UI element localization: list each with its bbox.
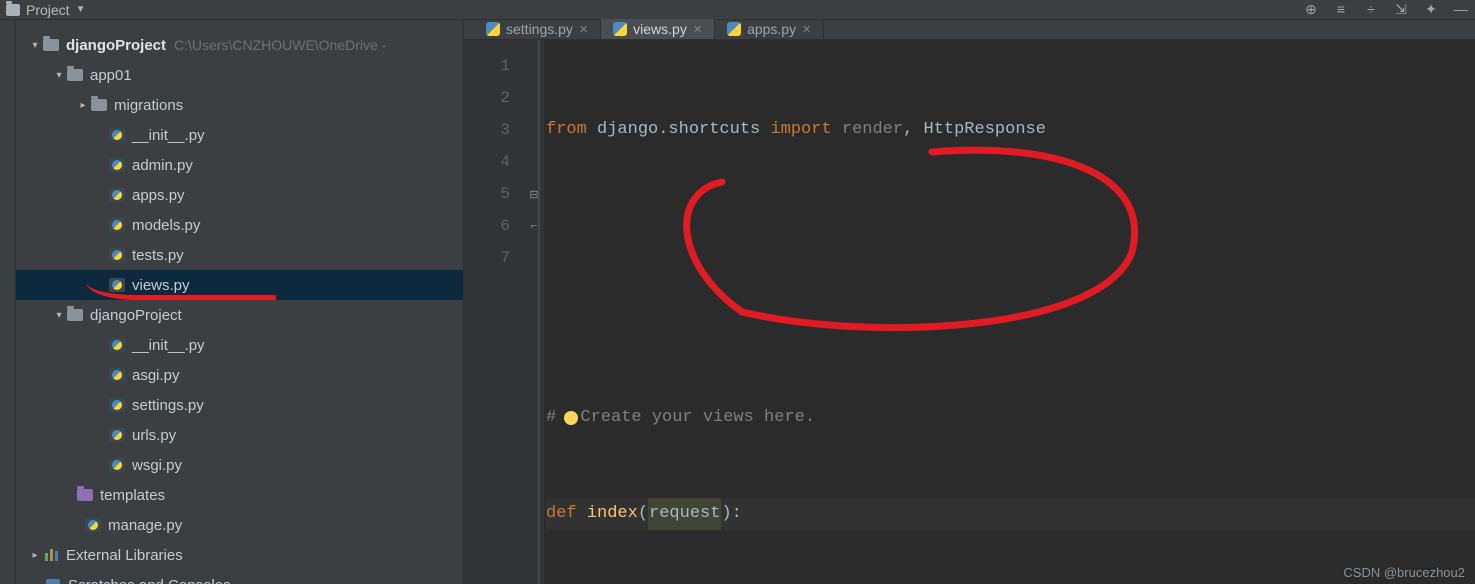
watermark: CSDN @brucezhou2 — [1343, 565, 1465, 580]
chevron-down-icon[interactable]: ▾ — [52, 70, 66, 81]
code-line: # Create your views here. — [546, 402, 1475, 434]
target-icon[interactable]: ⊕ — [1303, 1, 1319, 18]
chevron-down-icon[interactable]: ▾ — [28, 40, 42, 51]
tree-manage[interactable]: manage.py — [16, 510, 463, 540]
python-file-icon — [109, 428, 125, 442]
chevron-right-icon[interactable]: ▸ — [28, 550, 42, 561]
tree-file[interactable]: __init__.py — [16, 120, 463, 150]
python-file-icon — [109, 218, 125, 232]
project-dropdown-icon[interactable]: ▼ — [76, 4, 86, 15]
expand-icon[interactable]: ≡ — [1333, 1, 1349, 18]
tree-file[interactable]: apps.py — [16, 180, 463, 210]
minimize-icon[interactable]: — — [1453, 1, 1469, 18]
python-file-icon — [727, 22, 741, 36]
tree-file[interactable]: wsgi.py — [16, 450, 463, 480]
close-icon[interactable]: ✕ — [579, 23, 588, 36]
code-line-current: def index(request): — [546, 498, 1475, 530]
python-file-icon — [109, 368, 125, 382]
tree-file[interactable]: models.py — [16, 210, 463, 240]
python-file-icon — [109, 188, 125, 202]
tree-file-views[interactable]: views.py — [16, 270, 463, 300]
tree-file[interactable]: settings.py — [16, 390, 463, 420]
folder-icon — [77, 489, 93, 501]
tree-external[interactable]: ▸ External Libraries — [16, 540, 463, 570]
python-file-icon — [109, 158, 125, 172]
folder-icon — [91, 99, 107, 111]
close-icon[interactable]: ✕ — [693, 23, 702, 36]
code-line: from django.shortcuts import render, Htt… — [546, 114, 1475, 146]
top-toolbar: Project ▼ ⊕ ≡ ÷ ⇲ ✦ — — [0, 0, 1475, 20]
root-path: C:\Users\CNZHOUWE\OneDrive - — [174, 37, 386, 53]
python-file-icon — [109, 128, 125, 142]
divide-icon[interactable]: ÷ — [1363, 1, 1379, 18]
tree-root[interactable]: ▾ djangoProject C:\Users\CNZHOUWE\OneDri… — [16, 30, 463, 60]
tab-apps[interactable]: apps.py ✕ — [715, 19, 824, 39]
library-icon — [45, 549, 58, 561]
project-folder-icon — [6, 4, 20, 16]
project-tab-label[interactable]: Project — [26, 2, 70, 18]
folder-icon — [67, 309, 83, 321]
tree-migrations[interactable]: ▸ migrations — [16, 90, 463, 120]
scratch-icon — [46, 579, 60, 584]
editor-tabs: settings.py ✕ views.py ✕ apps.py ✕ — [464, 20, 1475, 40]
line-gutter: 1 2 3 4 5 6 7 — [464, 40, 524, 584]
editor-body[interactable]: 1 2 3 4 5 6 7 ⊟ ⌐ from django.shortcuts … — [464, 40, 1475, 584]
folder-icon — [67, 69, 83, 81]
root-name: djangoProject — [66, 37, 166, 54]
app01-label: app01 — [90, 67, 132, 84]
intention-bulb-icon[interactable] — [564, 411, 578, 425]
folder-icon — [43, 39, 59, 51]
collapse-icon[interactable]: ⇲ — [1393, 1, 1409, 18]
tree-app01[interactable]: ▾ app01 — [16, 60, 463, 90]
python-file-icon — [85, 518, 101, 532]
python-file-icon — [109, 458, 125, 472]
chevron-down-icon[interactable]: ▾ — [52, 310, 66, 321]
code-area[interactable]: from django.shortcuts import render, Htt… — [538, 40, 1475, 584]
code-line — [546, 306, 1475, 338]
tree-file[interactable]: admin.py — [16, 150, 463, 180]
tree-file[interactable]: tests.py — [16, 240, 463, 270]
tab-views[interactable]: views.py ✕ — [601, 19, 715, 39]
chevron-right-icon[interactable]: ▸ — [76, 100, 90, 111]
left-tool-stripe — [0, 20, 16, 584]
editor: settings.py ✕ views.py ✕ apps.py ✕ 1 2 3… — [464, 20, 1475, 584]
python-file-icon — [109, 398, 125, 412]
tree-templates[interactable]: templates — [16, 480, 463, 510]
project-tree: ▾ djangoProject C:\Users\CNZHOUWE\OneDri… — [16, 20, 464, 584]
python-file-icon — [486, 22, 500, 36]
tree-pkg[interactable]: ▾ djangoProject — [16, 300, 463, 330]
python-file-icon — [613, 22, 627, 36]
tab-settings[interactable]: settings.py ✕ — [474, 19, 601, 39]
toolbar-right-icons: ⊕ ≡ ÷ ⇲ ✦ — — [1303, 1, 1469, 18]
code-line — [546, 210, 1475, 242]
settings-icon[interactable]: ✦ — [1423, 1, 1439, 18]
tree-file[interactable]: urls.py — [16, 420, 463, 450]
tree-scratches[interactable]: Scratches and Consoles — [16, 570, 463, 584]
python-file-icon — [109, 338, 125, 352]
python-file-icon — [109, 248, 125, 262]
tree-file[interactable]: __init__.py — [16, 330, 463, 360]
tree-file[interactable]: asgi.py — [16, 360, 463, 390]
close-icon[interactable]: ✕ — [802, 23, 811, 36]
python-file-icon — [109, 278, 125, 292]
